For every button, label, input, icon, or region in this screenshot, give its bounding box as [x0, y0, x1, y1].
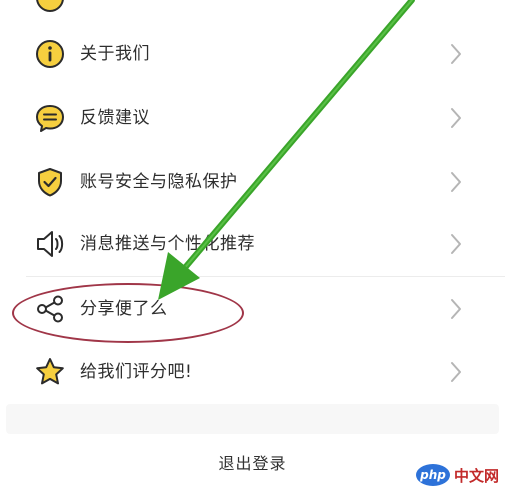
shield-check-icon: [38, 168, 62, 197]
chevron-right-icon: [451, 44, 461, 64]
menu-item-account-security[interactable]: 账号安全与隐私保护: [0, 150, 505, 214]
menu-item-about-us[interactable]: 关于我们: [0, 22, 505, 86]
menu-item-label: 分享便了么: [80, 299, 168, 319]
info-icon: [36, 40, 64, 68]
menu-item-label: 账号安全与隐私保护: [80, 172, 238, 192]
speaker-icon: [37, 231, 64, 257]
chevron-right-icon: [451, 299, 461, 319]
menu-item-label: 给我们评分吧!: [80, 362, 193, 382]
menu-item-label: 反馈建议: [80, 108, 150, 128]
share-icon: [37, 295, 63, 323]
menu-item-notifications[interactable]: 消息推送与个性化推荐: [0, 212, 505, 276]
chevron-right-icon: [451, 234, 461, 254]
chevron-right-icon: [451, 362, 461, 382]
chat-bubble-icon: [36, 105, 64, 132]
menu-item-label: 关于我们: [80, 44, 150, 64]
section-gap-fill: [6, 404, 499, 434]
watermark-logo: php: [415, 464, 450, 486]
section-gap: [0, 400, 505, 436]
chevron-right-icon: [451, 172, 461, 192]
settings-menu: 关于我们 反馈建议 账号安全与隐私保护 消息推送与个性化推荐 分享便了么 给我们…: [0, 0, 505, 400]
menu-item-rate-us[interactable]: 给我们评分吧!: [0, 340, 505, 404]
menu-item-label: 消息推送与个性化推荐: [80, 234, 255, 254]
star-icon: [36, 358, 64, 385]
menu-item-feedback[interactable]: 反馈建议: [0, 86, 505, 150]
site-watermark: php 中文网: [415, 462, 499, 488]
chevron-right-icon: [451, 108, 461, 128]
partial-top-icon: [36, 0, 64, 12]
menu-item-share[interactable]: 分享便了么: [0, 277, 505, 341]
watermark-text: 中文网: [453, 466, 499, 485]
